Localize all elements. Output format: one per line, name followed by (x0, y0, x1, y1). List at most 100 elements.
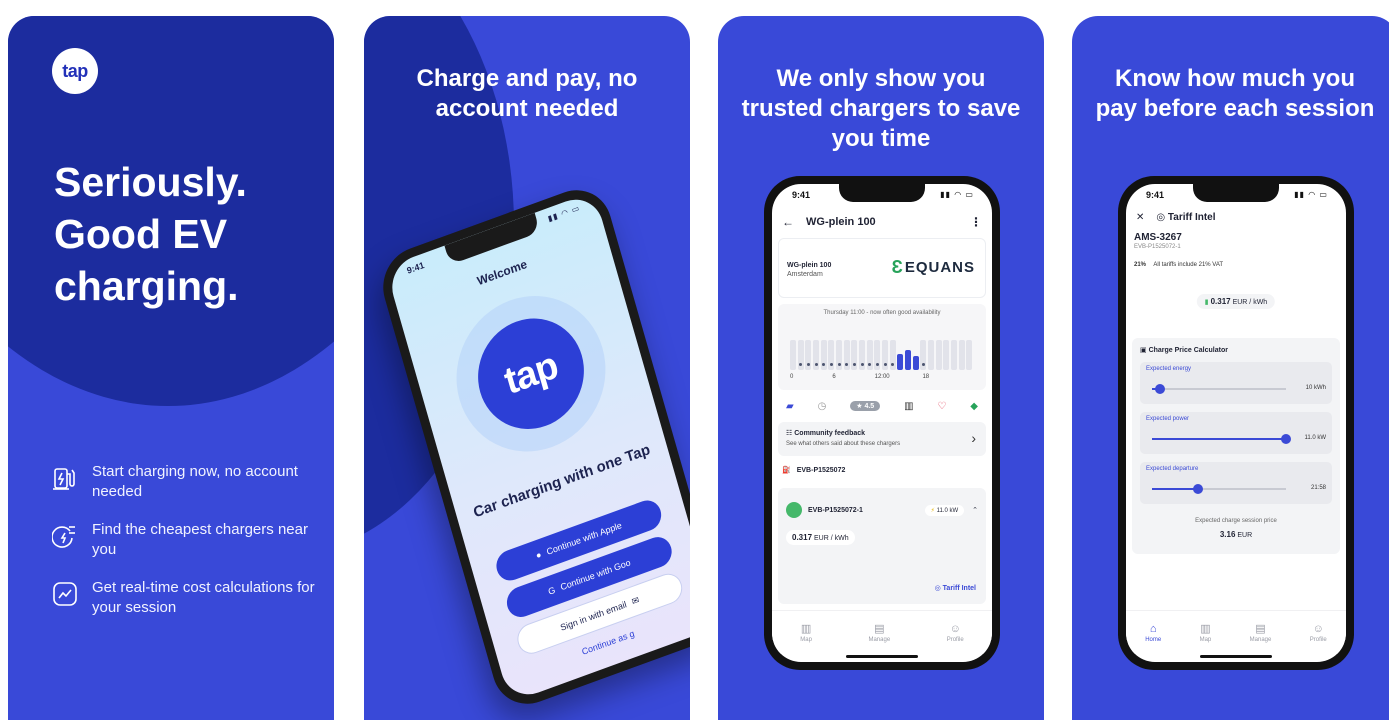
tariff-intel-link[interactable]: ◎ Tariff Intel (935, 584, 976, 592)
evse-id: EVB-P1525072-1 (808, 506, 863, 514)
price-unit: EUR / kWh (1232, 299, 1268, 306)
chevron-right-icon: › (971, 430, 976, 446)
location-card: WG-plein 100 Amsterdam Ɛ EQUANS (778, 238, 986, 298)
tab-profile[interactable]: ☺ Profile (947, 623, 964, 643)
signal-battery-icon: ▮▮ ◠ ▭ (1294, 190, 1328, 199)
promo-panel-pricing: Know how much you pay before each sessio… (1072, 16, 1389, 720)
vat-percent: 21% (1134, 262, 1147, 268)
field-label: Expected departure (1146, 466, 1199, 472)
fuel-icon: ▣ (1140, 347, 1147, 354)
price-calculator-card: ▣ Charge Price Calculator Expected energ… (1132, 338, 1340, 554)
departure-slider[interactable] (1152, 484, 1286, 494)
x-tick-label: 0 (790, 374, 794, 380)
expected-departure-field[interactable]: Expected departure 21:58 (1140, 462, 1332, 504)
x-tick-label: 18 (922, 374, 930, 380)
tab-manage[interactable]: ▤ Manage (1250, 622, 1272, 643)
leaf-icon[interactable]: ◆ (970, 401, 978, 412)
operator-logo: Ɛ EQUANS (892, 257, 975, 278)
back-arrow-icon[interactable]: ← (782, 215, 794, 229)
power-slider[interactable] (1152, 434, 1291, 444)
community-feedback-card[interactable]: ☷ Community feedback See what others sai… (778, 422, 986, 456)
availability-chart: Thursday 11:00 - now often good availabi… (778, 304, 986, 390)
app-header: ✕ ◎ Tariff Intel (1136, 212, 1336, 223)
map-icon[interactable]: ▥ (904, 401, 913, 412)
trend-chart-icon (53, 582, 77, 606)
feature-text: Start charging now, no account needed (92, 463, 298, 500)
home-indicator (1200, 655, 1272, 658)
feature-item: Start charging now, no account needed (52, 462, 322, 502)
energy-icon: ▮ (1204, 299, 1209, 306)
tab-manage[interactable]: ▤ Manage (868, 622, 890, 643)
power-value: 11.0 kW (936, 507, 959, 514)
tab-label: Home (1145, 636, 1162, 643)
panel-headline: Know how much you pay before each sessio… (1095, 65, 1375, 122)
screen-title: WG-plein 100 (806, 216, 876, 228)
expected-power-field[interactable]: Expected power 11.0 kW (1140, 412, 1332, 454)
app-header: ← WG-plein 100 ⋮ (782, 212, 982, 232)
station-header: ⛽ EVB-P1525072 (782, 466, 982, 475)
map-icon: ▥ (1200, 623, 1211, 635)
availability-bar (905, 350, 911, 370)
price-unit: EUR / kWh (813, 535, 849, 542)
availability-bar (928, 340, 934, 370)
community-title-text: Community feedback (794, 430, 866, 437)
feature-text: Find the cheapest chargers near you (92, 521, 308, 558)
tab-label: Profile (946, 636, 964, 643)
availability-bar (966, 340, 973, 370)
tab-map[interactable]: ▥ Map (1200, 622, 1212, 643)
tap-logo: tap (52, 48, 98, 94)
price-badge: ▮ 0.317 EUR / kWh (1196, 294, 1276, 309)
tab-home[interactable]: ⌂ Home (1145, 623, 1161, 643)
feature-list: Start charging now, no account needed Fi… (52, 462, 322, 636)
vat-note: 21% All tariffs include 21% VAT (1134, 262, 1223, 268)
logo-text: tap (62, 60, 88, 81)
calculator-title: ▣ Charge Price Calculator (1140, 346, 1228, 354)
price-value: 0.317 (1210, 297, 1231, 306)
rating-badge[interactable]: ★ 4.5 (850, 401, 881, 411)
close-icon[interactable]: ✕ (1136, 212, 1144, 223)
clock-icon[interactable]: ◷ (818, 401, 827, 412)
slider-handle[interactable] (1281, 434, 1291, 444)
phone-mockup: 9:41 ▮▮ ◠ ▭ ← WG-plein 100 ⋮ WG-plein 10… (764, 176, 1000, 670)
availability-dot (852, 363, 856, 366)
tab-map[interactable]: ▥ Map (800, 622, 812, 643)
expected-energy-field[interactable]: Expected energy 10 kWh (1140, 362, 1332, 404)
field-label: Expected power (1146, 416, 1190, 422)
operator-name: EQUANS (904, 259, 975, 276)
hero-line: Seriously. (54, 159, 247, 205)
calculator-title-text: Charge Price Calculator (1148, 347, 1228, 354)
chat-icon[interactable]: ▰ (786, 401, 794, 412)
amenities-row: ▰ ◷ ★ 4.5 ▥ ♡ ◆ (786, 398, 978, 414)
equans-leaf-icon: Ɛ (891, 257, 904, 277)
station-id: EVB-P1525072 (796, 466, 846, 474)
availability-dot (829, 363, 833, 366)
slider-handle[interactable] (1192, 484, 1203, 494)
status-time: 9:41 (1146, 190, 1165, 200)
slider-handle[interactable] (1155, 384, 1166, 394)
availability-bar (897, 354, 904, 370)
field-value: 21:58 (1310, 485, 1326, 491)
promo-panel-intro: tap Seriously. Good EV charging. Start c… (8, 16, 334, 720)
energy-slider[interactable] (1152, 384, 1286, 394)
charging-station-icon (53, 468, 75, 490)
chevron-up-icon[interactable]: ⌃ (972, 506, 978, 514)
availability-dot (806, 363, 810, 366)
availability-bar (935, 340, 942, 370)
tab-label: Map (800, 637, 812, 643)
logo-text: tap (499, 343, 563, 403)
bottom-tab-bar: ▥ Map ▤ Manage ☺ Profile (772, 610, 992, 654)
x-tick-label: 12:00 (874, 374, 890, 380)
tab-profile[interactable]: ☺ Profile (1310, 623, 1327, 643)
evse-card[interactable]: EVB-P1525072-1 ⚡ 11.0 kW ⌃ 0.317 EUR / k… (778, 488, 986, 604)
x-tick-label: 6 (832, 374, 836, 380)
promo-panel-no-account: Charge and pay, no account needed 9:41 ▮… (364, 16, 690, 720)
heart-icon[interactable]: ♡ (937, 401, 946, 412)
link-label: Tariff Intel (942, 585, 976, 592)
signal-battery-icon: ▮▮ ◠ ▭ (546, 203, 582, 224)
tariff-intel-screen: 9:41 ▮▮ ◠ ▭ ✕ ◎ Tariff Intel AMS-3267 EV… (1126, 184, 1346, 662)
status-time: 9:41 (792, 190, 811, 200)
tab-label: Profile (1309, 636, 1327, 643)
more-menu-icon[interactable]: ⋮ (970, 215, 982, 229)
button-label: Continue with Goo (559, 557, 632, 593)
plug-status-icon (786, 502, 802, 518)
